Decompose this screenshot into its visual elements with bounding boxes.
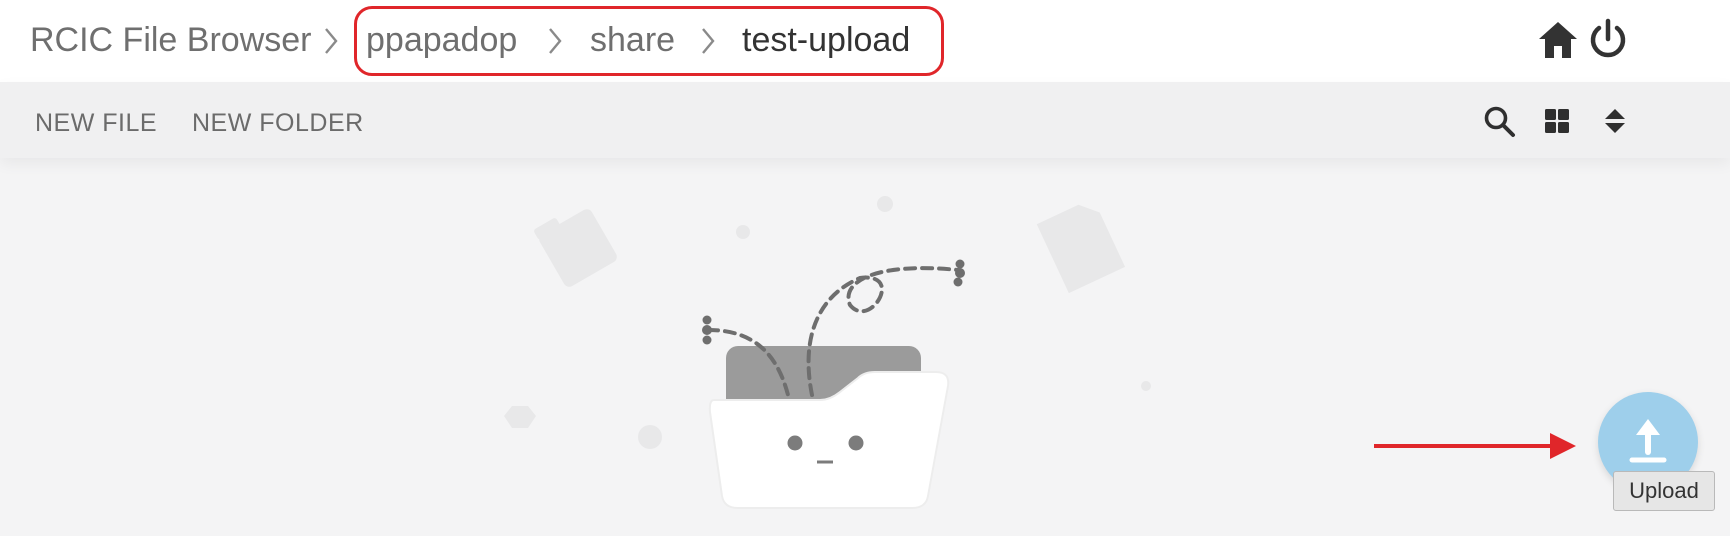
top-bar: RCIC File Browser ppapadop share test-up… — [0, 0, 1730, 82]
search-icon[interactable] — [1482, 104, 1516, 138]
sort-icon[interactable] — [1598, 104, 1632, 138]
chevron-right-icon — [325, 28, 338, 54]
upload-tooltip: Upload — [1613, 471, 1715, 511]
grid-view-icon[interactable] — [1540, 104, 1574, 138]
power-icon[interactable] — [1586, 18, 1630, 62]
folder-icon — [534, 209, 617, 287]
empty-folder-illustration — [504, 196, 1576, 509]
file-list-area — [0, 158, 1730, 536]
file-icon — [1036, 204, 1126, 294]
new-file-button[interactable]: NEW FILE — [35, 108, 157, 138]
home-icon[interactable] — [1536, 18, 1580, 62]
toolbar: NEW FILE NEW FOLDER — [0, 82, 1730, 158]
breadcrumb-highlight-annotation — [354, 6, 944, 76]
new-folder-button[interactable]: NEW FOLDER — [192, 108, 364, 138]
app-title[interactable]: RCIC File Browser — [30, 18, 311, 62]
